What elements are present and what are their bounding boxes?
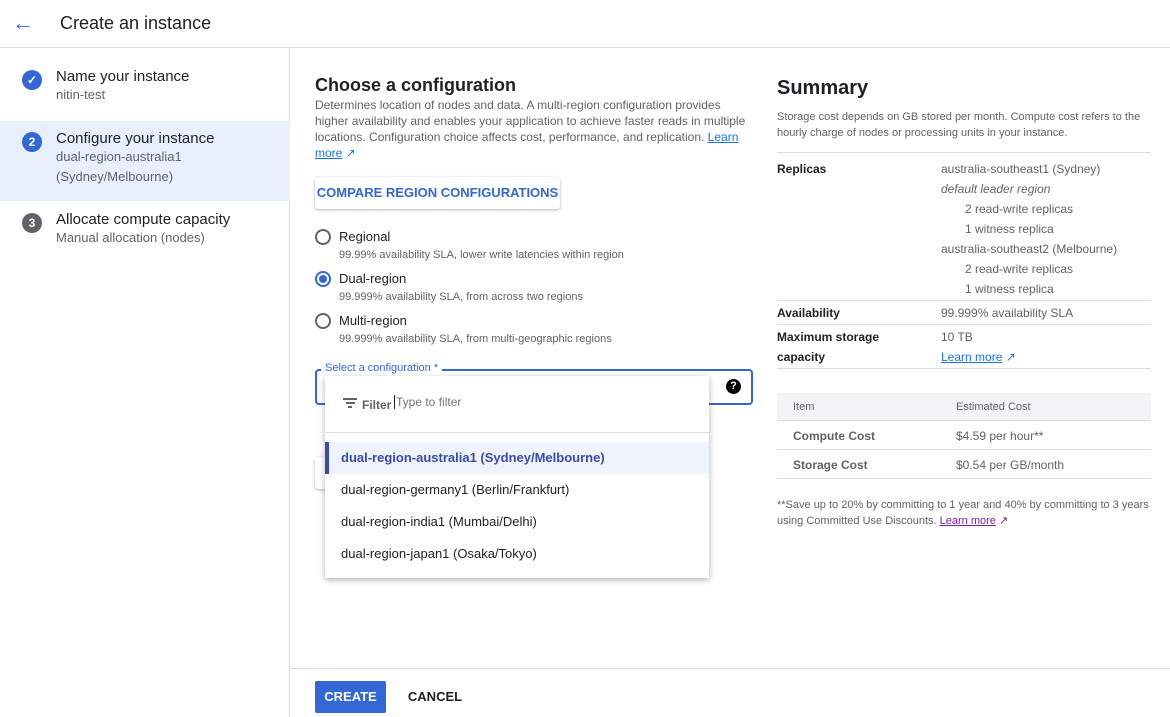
table-cell: $0.54 per GB/month: [956, 458, 1065, 472]
table-cell: Compute Cost: [793, 429, 875, 443]
storage-learn-more: Learn more ↗: [941, 350, 1016, 364]
compare-region-configurations-button[interactable]: COMPARE REGION CONFIGURATIONS: [315, 177, 560, 209]
external-link-icon: ↗: [1002, 350, 1016, 364]
replica-region: australia-southeast2 (Melbourne): [941, 242, 1118, 256]
step-number-icon: 2: [22, 132, 42, 152]
availability-label: Availability: [777, 306, 840, 320]
config-description: Determines location of nodes and data. A…: [315, 97, 750, 161]
header: ← Create an instance: [0, 0, 1170, 48]
cancel-button[interactable]: CANCEL: [400, 681, 470, 713]
config-title: Choose a configuration: [315, 75, 517, 95]
radio-desc: 99.99% availability SLA, lower write lat…: [339, 249, 624, 261]
replicas-label: Replicas: [777, 162, 827, 176]
storage-value: 10 TB: [941, 330, 973, 344]
discount-note: **Save up to 20% by committing to 1 year…: [777, 497, 1157, 529]
step-number-icon: 3: [22, 213, 42, 233]
replica-region: australia-southeast1 (Sydney): [941, 162, 1101, 176]
description-text: Determines location of nodes and data. A…: [315, 98, 746, 144]
replica-count: 1 witness replica: [965, 222, 1054, 236]
filter-label: Filter: [362, 398, 392, 412]
table-row: Compute Cost $4.59 per hour**: [777, 421, 1151, 450]
external-link-icon: ↗: [342, 146, 356, 160]
dropdown-option[interactable]: dual-region-japan1 (Osaka/Tokyo): [325, 538, 709, 570]
stepper: ✓ Name your instance nitin-test 2 Config…: [0, 48, 290, 717]
filter-icon: [343, 398, 357, 408]
step-title: Allocate compute capacity: [56, 211, 231, 228]
radio-desc: 99.999% availability SLA, from multi-geo…: [339, 333, 612, 345]
table-row: Storage Cost $0.54 per GB/month: [777, 450, 1151, 479]
step-configure-instance[interactable]: 2 Configure your instance dual-region-au…: [0, 121, 290, 201]
summary-description: Storage cost depends on GB stored per mo…: [777, 111, 1141, 139]
step-title: Configure your instance: [56, 130, 215, 147]
page-title: Create an instance: [60, 13, 212, 33]
step-subtitle: nitin-test: [56, 87, 106, 102]
configuration-dropdown: Filter dual-region-australia1 (Sydney/Me…: [325, 376, 709, 578]
column-header: Item: [793, 401, 815, 413]
step-title: Name your instance: [56, 68, 190, 85]
dropdown-option[interactable]: dual-region-germany1 (Berlin/Frankfurt): [325, 474, 709, 506]
table-cell: Storage Cost: [793, 458, 868, 472]
dropdown-option[interactable]: dual-region-australia1 (Sydney/Melbourne…: [325, 442, 709, 474]
replica-count: 2 read-write replicas: [965, 202, 1074, 216]
radio-label: Dual-region: [339, 271, 407, 286]
divider: [777, 324, 1151, 325]
radio-icon[interactable]: [315, 313, 331, 329]
radio-desc: 99.999% availability SLA, from across tw…: [339, 291, 583, 303]
create-button[interactable]: CREATE: [315, 681, 386, 713]
replica-count: 1 witness replica: [965, 282, 1054, 296]
step-allocate-compute[interactable]: 3 Allocate compute capacity Manual alloc…: [0, 211, 290, 261]
step-subtitle: dual-region-australia1 (Sydney/Melbourne…: [56, 149, 182, 184]
storage-label: capacity: [777, 350, 826, 364]
step-subtitle: Manual allocation (nodes): [56, 230, 205, 245]
radio-icon[interactable]: [315, 229, 331, 245]
storage-label: Maximum storage: [777, 330, 880, 344]
table-cell: $4.59 per hour**: [956, 429, 1044, 443]
column-header: Estimated Cost: [956, 401, 1031, 413]
dropdown-option[interactable]: dual-region-india1 (Mumbai/Delhi): [325, 506, 709, 538]
table-header: Item Estimated Cost: [777, 393, 1151, 421]
filter-input[interactable]: [394, 395, 684, 409]
learn-more-link[interactable]: Learn more: [941, 350, 1002, 364]
external-link-icon: ↗: [995, 515, 1009, 527]
learn-more-link[interactable]: Learn more: [940, 515, 996, 527]
filter-bar[interactable]: Filter: [325, 376, 709, 433]
step-name-instance[interactable]: ✓ Name your instance nitin-test: [0, 68, 290, 118]
help-icon[interactable]: ?: [726, 379, 741, 394]
arrow-back-icon[interactable]: ←: [12, 12, 36, 36]
leader-note: default leader region: [941, 182, 1051, 196]
radio-label: Regional: [339, 229, 391, 244]
select-label: Select a configuration *: [321, 362, 443, 374]
radio-label: Multi-region: [339, 313, 407, 328]
replica-count: 2 read-write replicas: [965, 262, 1074, 276]
check-icon: ✓: [22, 70, 42, 90]
summary-title: Summary: [777, 77, 869, 99]
radio-selected-icon[interactable]: [315, 271, 331, 287]
availability-value: 99.999% availability SLA: [941, 306, 1074, 320]
divider: [777, 152, 1151, 153]
divider: [777, 368, 1151, 369]
divider: [777, 300, 1151, 301]
